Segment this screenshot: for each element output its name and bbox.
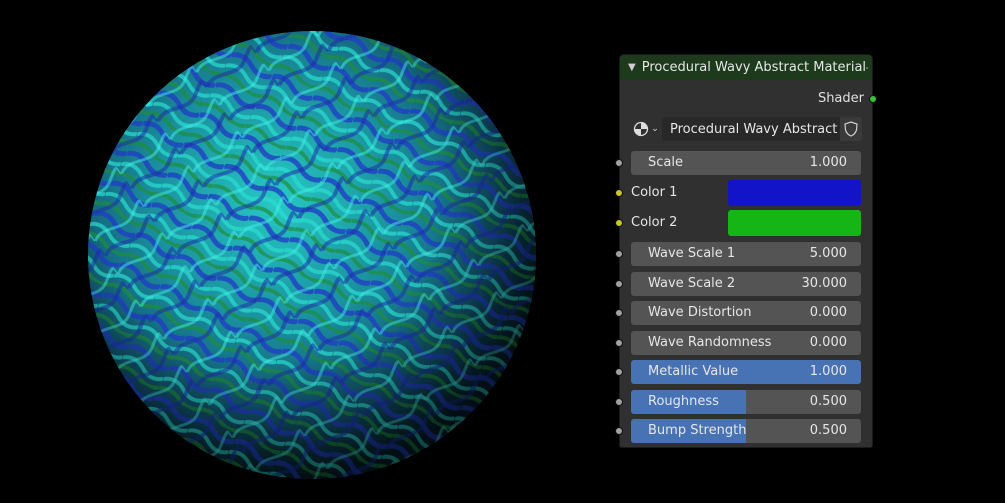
shader-output-socket[interactable] [869, 95, 877, 103]
field-label: Wave Scale 1 [648, 246, 736, 261]
field-label: Wave Scale 2 [648, 276, 736, 291]
wave-randomness-field[interactable]: Wave Randomness 0.000 [631, 331, 861, 355]
node-group-icon[interactable] [866, 59, 868, 77]
field-value: 0.500 [809, 394, 847, 409]
field-value: 30.000 [801, 276, 848, 291]
bump-strength-slider[interactable]: Bump Strength 0.500 [631, 419, 861, 443]
field-label: Bump Strength [648, 423, 747, 438]
shader-group-node[interactable]: ▼ Procedural Wavy Abstract Material Shad… [615, 55, 877, 447]
field-value: 0.000 [809, 335, 847, 350]
material-name-field[interactable]: Procedural Wavy Abstract ... [662, 117, 840, 141]
wave-scale-2-field[interactable]: Wave Scale 2 30.000 [631, 272, 861, 296]
color-1-socket[interactable] [615, 189, 623, 197]
collapse-chevron-icon[interactable]: ▼ [628, 62, 636, 73]
field-value: 0.000 [809, 305, 847, 320]
roughness-socket[interactable] [615, 398, 623, 406]
wave-scale-1-socket[interactable] [615, 250, 623, 258]
field-label: Wave Randomness [648, 335, 772, 350]
chevron-down-icon: ⌄ [651, 124, 659, 134]
metallic-value-socket[interactable] [615, 368, 623, 376]
scale-field[interactable]: Scale 1.000 [631, 151, 861, 175]
roughness-slider[interactable]: Roughness 0.500 [631, 390, 861, 414]
color-1-swatch[interactable] [728, 180, 861, 206]
wave-scale-1-field[interactable]: Wave Scale 1 5.000 [631, 242, 861, 266]
field-label: Metallic Value [648, 364, 739, 379]
material-preview-render [88, 31, 536, 479]
field-value: 5.000 [809, 246, 847, 261]
fake-user-shield-icon[interactable] [840, 117, 862, 141]
field-label: Wave Distortion [648, 305, 752, 320]
field-value: 1.000 [809, 364, 847, 379]
metallic-value-slider[interactable]: Metallic Value 1.000 [631, 360, 861, 384]
shader-output-label: Shader [817, 91, 864, 106]
color-2-swatch[interactable] [728, 210, 861, 236]
node-header[interactable]: ▼ Procedural Wavy Abstract Material [620, 55, 872, 80]
color-2-label: Color 2 [631, 215, 678, 230]
material-sphere-icon [634, 121, 649, 137]
scale-socket[interactable] [615, 159, 623, 167]
wave-distortion-socket[interactable] [615, 309, 623, 317]
field-value: 0.500 [809, 423, 847, 438]
material-type-dropdown[interactable]: ⌄ [630, 117, 662, 141]
node-title: Procedural Wavy Abstract Material [641, 60, 867, 75]
field-value: 1.000 [809, 155, 847, 170]
field-label: Roughness [648, 394, 719, 409]
bump-strength-socket[interactable] [615, 427, 623, 435]
wave-randomness-socket[interactable] [615, 339, 623, 347]
field-label: Scale [648, 155, 683, 170]
color-2-socket[interactable] [615, 219, 623, 227]
color-1-label: Color 1 [631, 185, 678, 200]
material-selector[interactable]: ⌄ Procedural Wavy Abstract ... [630, 117, 862, 141]
wave-distortion-field[interactable]: Wave Distortion 0.000 [631, 301, 861, 325]
wave-scale-2-socket[interactable] [615, 280, 623, 288]
